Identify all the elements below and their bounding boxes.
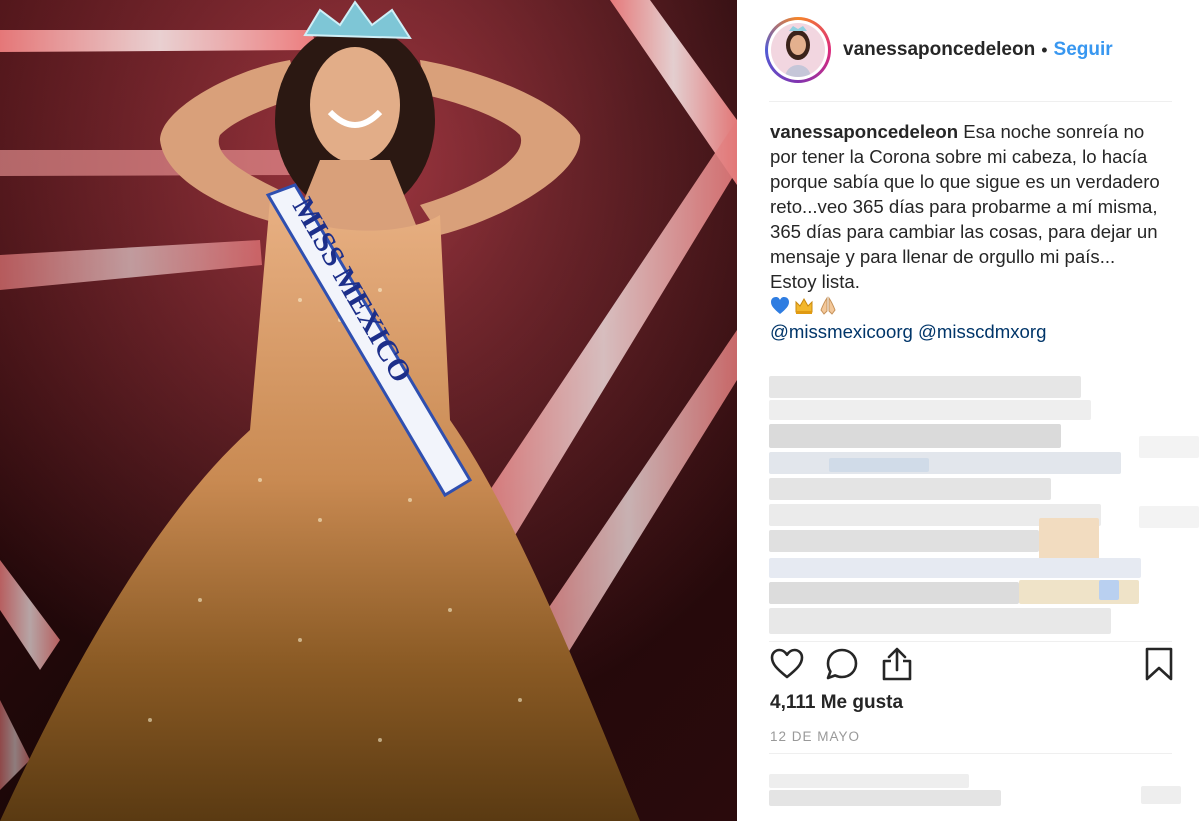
avatar[interactable] <box>771 23 825 77</box>
like-button[interactable] <box>769 646 805 682</box>
caption-username[interactable]: vanessaponcedeleon <box>770 121 958 142</box>
post-date[interactable]: 12 DE MAYO <box>770 729 860 744</box>
post-image: MISS MEXICO <box>0 0 737 821</box>
post-photo: MISS MEXICO <box>0 0 737 821</box>
action-bar <box>769 646 1173 682</box>
post-header: vanessaponcedeleon • Seguir <box>765 14 1172 86</box>
caption-mentions: @missmexicoorg @misscdmxorg <box>770 321 1046 342</box>
comment-button[interactable] <box>824 646 860 682</box>
comment-icon <box>826 648 858 680</box>
bookmark-icon <box>1145 647 1173 681</box>
header-separator: • <box>1041 39 1048 60</box>
header-divider <box>769 101 1172 102</box>
post-caption: vanessaponcedeleon Esa noche sonreía no … <box>770 119 1170 344</box>
mention-link[interactable]: @missmexicoorg <box>770 321 913 342</box>
caption-emojis <box>770 296 842 317</box>
caption-text: Esa noche sonreía no por tener la Corona… <box>770 121 1160 267</box>
share-icon <box>882 647 912 681</box>
date-divider <box>769 753 1172 754</box>
caption-closing: Estoy lista. <box>770 271 860 292</box>
share-button[interactable] <box>879 646 915 682</box>
add-comment-area-blurred[interactable] <box>769 762 1200 821</box>
header-username[interactable]: vanessaponcedeleon <box>843 39 1035 61</box>
post-side-panel: vanessaponcedeleon • Seguir vanessaponce… <box>737 0 1200 821</box>
comments-divider <box>769 641 1172 642</box>
save-button[interactable] <box>1141 646 1177 682</box>
follow-button[interactable]: Seguir <box>1054 39 1113 61</box>
praying-hands-icon <box>820 296 836 315</box>
avatar-story-ring[interactable] <box>765 17 831 83</box>
crown-icon <box>795 297 813 314</box>
blue-heart-icon <box>771 297 789 314</box>
likes-count[interactable]: 4,111 Me gusta <box>770 692 903 714</box>
blurred-comments <box>769 376 1200 640</box>
mention-link[interactable]: @misscdmxorg <box>918 321 1046 342</box>
heart-icon <box>770 648 804 679</box>
